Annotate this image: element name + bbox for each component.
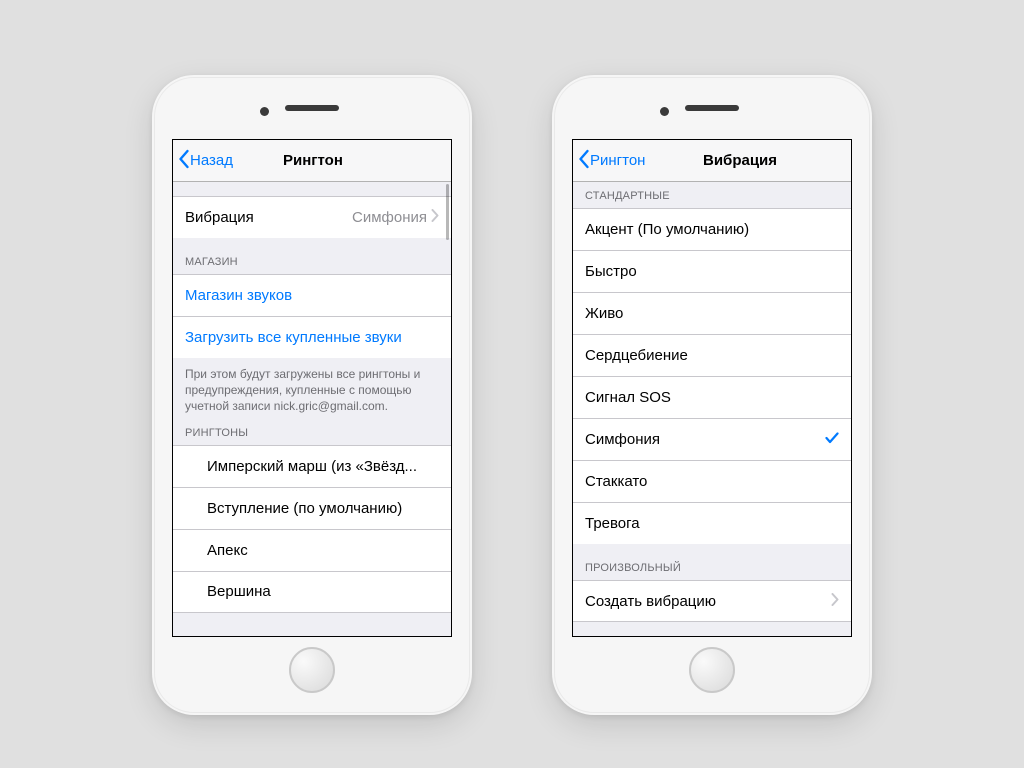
download-all-link[interactable]: Загрузить все купленные звуки	[173, 316, 451, 358]
camera-dot	[260, 107, 269, 116]
content: Вибрация Симфония МАГАЗИН Магазин звуков…	[173, 182, 451, 636]
download-all-label: Загрузить все купленные звуки	[185, 329, 439, 346]
store-note: При этом будут загружены все рингтоны и …	[173, 358, 451, 419]
navbar: Назад Рингтон	[173, 140, 451, 182]
phone-right: Рингтон Вибрация СТАНДАРТНЫЕ Акцент (По …	[552, 75, 872, 715]
vibration-option[interactable]: Быстро	[573, 250, 851, 292]
option-label: Акцент (По умолчанию)	[585, 221, 839, 238]
camera-dot	[660, 107, 669, 116]
sound-store-label: Магазин звуков	[185, 287, 439, 304]
option-label: Живо	[585, 305, 839, 322]
option-label: Сердцебиение	[585, 347, 839, 364]
home-button[interactable]	[689, 647, 735, 693]
create-vibration-row[interactable]: Создать вибрацию	[573, 580, 851, 622]
option-label: Сигнал SOS	[585, 389, 839, 406]
vibration-option[interactable]: Акцент (По умолчанию)	[573, 208, 851, 250]
sound-store-link[interactable]: Магазин звуков	[173, 274, 451, 316]
screen-ringtone: Назад Рингтон Вибрация Симфония МАГАЗИН …	[172, 139, 452, 637]
vibration-option[interactable]: Стаккато	[573, 460, 851, 502]
content: СТАНДАРТНЫЕ Акцент (По умолчанию) Быстро…	[573, 182, 851, 636]
navbar: Рингтон Вибрация	[573, 140, 851, 182]
vibration-option[interactable]: Живо	[573, 292, 851, 334]
check-icon	[825, 431, 839, 448]
ringtone-label: Апекс	[207, 542, 439, 559]
chevron-left-icon	[577, 149, 590, 173]
speaker-slot	[685, 105, 739, 111]
custom-header: ПРОИЗВОЛЬНЫЙ	[573, 544, 851, 580]
chevron-right-icon	[831, 593, 839, 610]
ringtone-item[interactable]: Вершина	[173, 571, 451, 613]
ringtone-item[interactable]: Вступление (по умолчанию)	[173, 487, 451, 529]
page-title: Рингтон	[283, 152, 343, 169]
scrollbar[interactable]	[446, 184, 449, 240]
option-label: Быстро	[585, 263, 839, 280]
back-label: Назад	[190, 152, 233, 169]
phone-left: Назад Рингтон Вибрация Симфония МАГАЗИН …	[152, 75, 472, 715]
ringtone-item[interactable]: Имперский марш (из «Звёзд...	[173, 445, 451, 487]
option-label: Тревога	[585, 515, 839, 532]
store-header: МАГАЗИН	[173, 238, 451, 274]
ringtone-item[interactable]: Апекс	[173, 529, 451, 571]
create-vibration-label: Создать вибрацию	[585, 593, 831, 610]
chevron-left-icon	[177, 149, 190, 173]
back-label: Рингтон	[590, 152, 645, 169]
vibration-label: Вибрация	[185, 209, 352, 226]
home-button[interactable]	[289, 647, 335, 693]
standard-header: СТАНДАРТНЫЕ	[573, 182, 851, 208]
option-label: Симфония	[585, 431, 825, 448]
ringtone-label: Вступление (по умолчанию)	[207, 500, 439, 517]
page-title: Вибрация	[703, 152, 777, 169]
option-label: Стаккато	[585, 473, 839, 490]
back-button[interactable]: Назад	[173, 149, 233, 173]
speaker-slot	[285, 105, 339, 111]
vibration-option[interactable]: Сердцебиение	[573, 334, 851, 376]
ringtone-label: Имперский марш (из «Звёзд...	[207, 458, 439, 475]
chevron-right-icon	[431, 209, 439, 226]
vibration-option-selected[interactable]: Симфония	[573, 418, 851, 460]
ringtones-header: РИНГТОНЫ	[173, 419, 451, 445]
vibration-option[interactable]: Тревога	[573, 502, 851, 544]
vibration-value: Симфония	[352, 209, 427, 226]
back-button[interactable]: Рингтон	[573, 149, 645, 173]
ringtone-label: Вершина	[207, 583, 439, 600]
vibration-option[interactable]: Сигнал SOS	[573, 376, 851, 418]
screen-vibration: Рингтон Вибрация СТАНДАРТНЫЕ Акцент (По …	[572, 139, 852, 637]
vibration-row[interactable]: Вибрация Симфония	[173, 196, 451, 238]
